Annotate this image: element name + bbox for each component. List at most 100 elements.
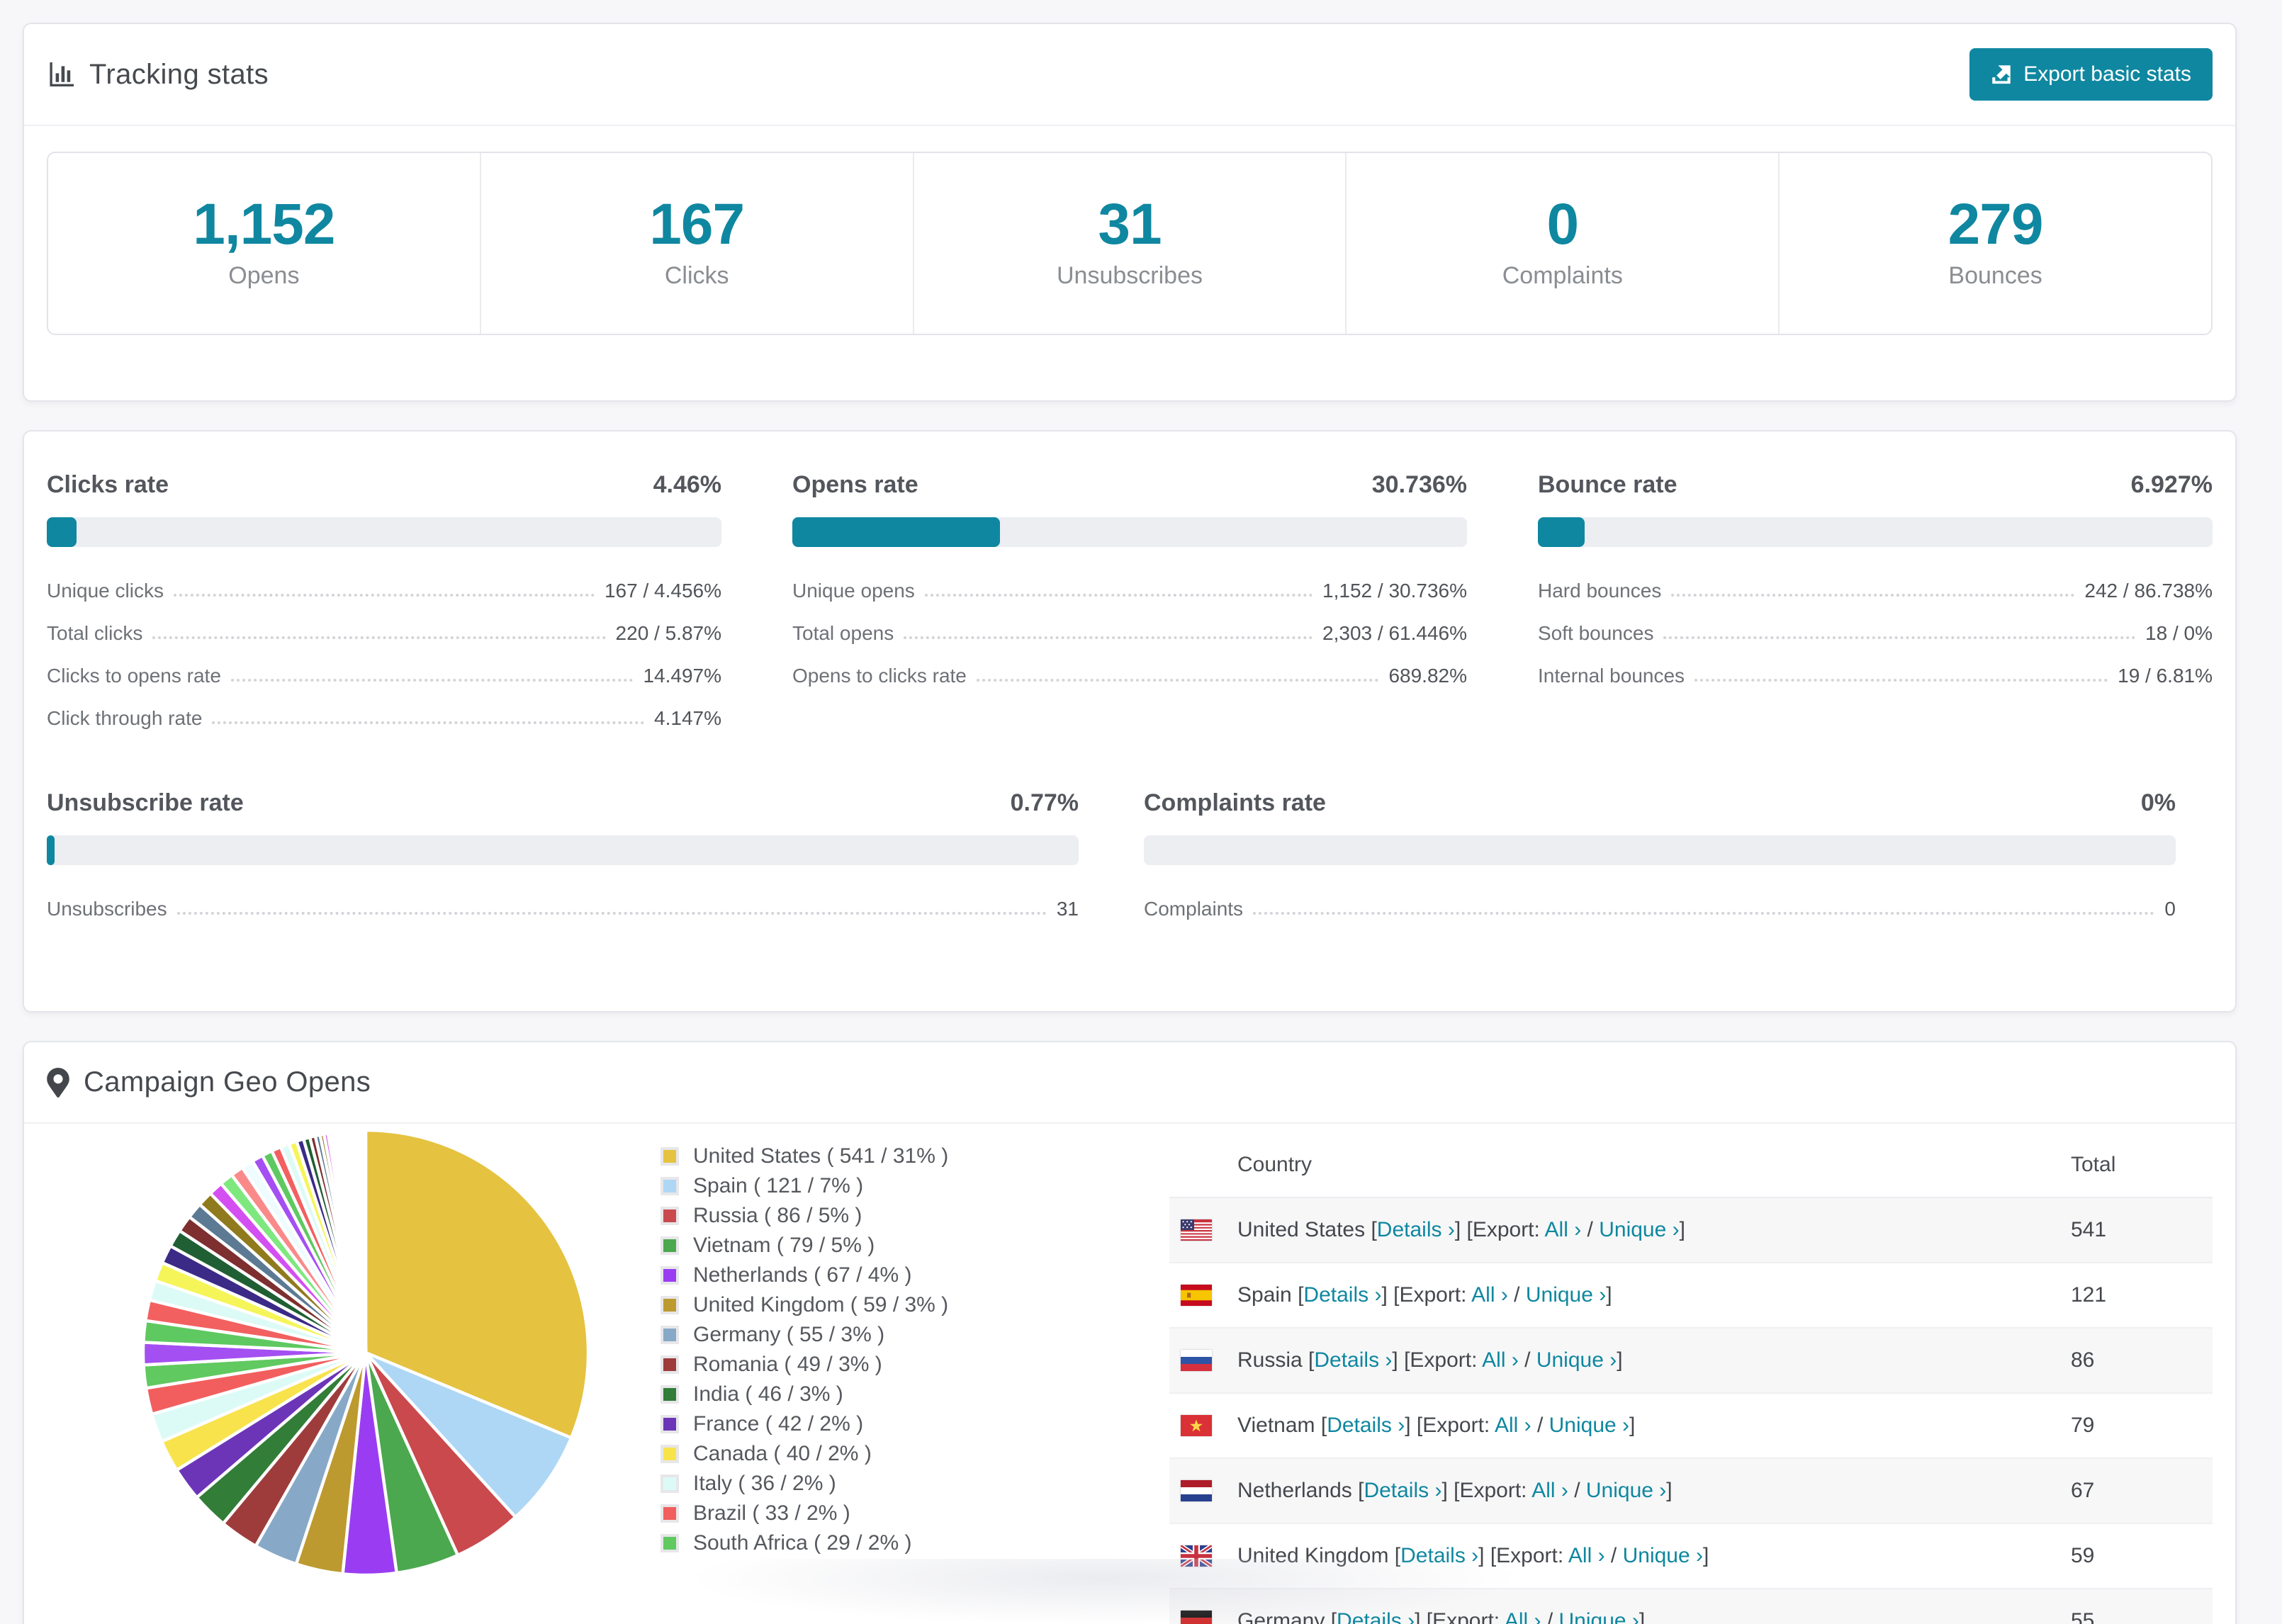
rate-row-value: 14.497% [643, 665, 721, 687]
column-header-total: Total [2071, 1153, 2116, 1176]
legend-item: Italy ( 36 / 2% ) [661, 1469, 948, 1499]
export-prefix-text: ] [Export: [1415, 1609, 1505, 1624]
details-link[interactable]: Details › [1337, 1609, 1415, 1624]
legend-item: Vietnam ( 79 / 5% ) [661, 1231, 948, 1261]
export-all-link[interactable]: All › [1505, 1609, 1541, 1624]
rate-row: Unique clicks 167 / 4.456% [47, 580, 721, 602]
legend-label: United Kingdom ( 59 / 3% ) [693, 1293, 949, 1316]
details-link[interactable]: Details › [1400, 1544, 1478, 1567]
rate-row-label: Unique clicks [47, 580, 164, 602]
progress-bar-fill [792, 517, 1000, 547]
country-total: 67 [2071, 1479, 2095, 1502]
geo-opens-title: Campaign Geo Opens [84, 1066, 371, 1098]
export-unique-link[interactable]: Unique › [1549, 1414, 1629, 1437]
details-link[interactable]: Details › [1314, 1348, 1392, 1372]
pie-svg [141, 1128, 590, 1577]
rate-row-label: Clicks to opens rate [47, 665, 221, 687]
rate-head: Opens rate 30.736% [792, 471, 1467, 499]
export-basic-stats-button[interactable]: Export basic stats [1969, 48, 2213, 101]
export-prefix-text: ] [Export: [1441, 1479, 1532, 1502]
country-name: Vietnam [1237, 1414, 1315, 1437]
dotted-leader [230, 679, 634, 682]
country-cell: United Kingdom [Details ›] [Export: All … [1237, 1544, 1709, 1568]
stat-value: 1,152 [193, 192, 335, 256]
rates-grid-top: Clicks rate 4.46% Unique clicks 167 / 4.… [47, 471, 2213, 730]
export-prefix-text: ] [Export: [1392, 1348, 1483, 1372]
slash-text: / [1518, 1348, 1536, 1372]
export-unique-link[interactable]: Unique › [1536, 1348, 1617, 1372]
legend-label: Romania ( 49 / 3% ) [693, 1353, 882, 1376]
dotted-leader [1694, 679, 2108, 682]
export-all-link[interactable]: All › [1545, 1218, 1582, 1241]
details-link[interactable]: Details › [1364, 1479, 1441, 1502]
stat-label: Complaints [1502, 262, 1623, 289]
rate-value: 0% [2140, 789, 2176, 816]
rate-row: Opens to clicks rate 689.82% [792, 665, 1467, 687]
export-all-link[interactable]: All › [1471, 1283, 1508, 1307]
export-unique-link[interactable]: Unique › [1559, 1609, 1639, 1624]
bracket-text: [ [1365, 1218, 1377, 1241]
country-cell: Vietnam [Details ›] [Export: All › / Uni… [1237, 1414, 1635, 1438]
export-unique-link[interactable]: Unique › [1599, 1218, 1679, 1241]
tracking-stats-card: Tracking stats Export basic stats 1,152 … [23, 23, 2237, 402]
rate-rows: Unique clicks 167 / 4.456% Total clicks … [47, 580, 721, 730]
rate-title: Clicks rate [47, 471, 169, 498]
export-all-link[interactable]: All › [1568, 1544, 1605, 1567]
progress-bar-fill [1538, 517, 1585, 547]
export-prefix-text: ] [Export: [1478, 1544, 1568, 1567]
rate-title: Complaints rate [1144, 789, 1326, 816]
rate-value: 4.46% [653, 471, 721, 498]
legend-swatch [661, 1177, 679, 1195]
rate-block: Bounce rate 6.927% Hard bounces 242 / 86… [1538, 471, 2213, 730]
export-all-link[interactable]: All › [1531, 1479, 1568, 1502]
country-name: United Kingdom [1237, 1544, 1389, 1567]
legend-swatch [661, 1207, 679, 1225]
legend-label: India ( 46 / 3% ) [693, 1382, 843, 1406]
legend-label: South Africa ( 29 / 2% ) [693, 1531, 912, 1555]
progress-bar-fill [47, 835, 55, 865]
legend-label: Italy ( 36 / 2% ) [693, 1472, 836, 1495]
legend-swatch [661, 1326, 679, 1344]
country-total: 79 [2071, 1414, 2095, 1437]
details-link[interactable]: Details › [1303, 1283, 1381, 1307]
legend-label: Vietnam ( 79 / 5% ) [693, 1234, 875, 1257]
rate-row-value: 18 / 0% [2145, 622, 2213, 644]
legend-item: Brazil ( 33 / 2% ) [661, 1499, 948, 1528]
rate-head: Unsubscribe rate 0.77% [47, 789, 1079, 817]
tracking-stats-header: Tracking stats Export basic stats [24, 24, 2235, 126]
country-total: 59 [2071, 1544, 2095, 1567]
export-all-link[interactable]: All › [1495, 1414, 1531, 1437]
details-link[interactable]: Details › [1377, 1218, 1455, 1241]
rate-row: Soft bounces 18 / 0% [1538, 622, 2213, 645]
legend-item: United States ( 541 / 31% ) [661, 1141, 948, 1171]
legend-swatch [661, 1474, 679, 1493]
rate-row-value: 242 / 86.738% [2084, 580, 2213, 602]
export-unique-link[interactable]: Unique › [1526, 1283, 1606, 1307]
rate-title: Opens rate [792, 471, 918, 498]
export-all-link[interactable]: All › [1482, 1348, 1519, 1372]
geo-table: Country Total United States [Details ›] … [1169, 1133, 2213, 1624]
stat-value: 31 [1098, 192, 1162, 256]
rate-row: Clicks to opens rate 14.497% [47, 665, 721, 687]
details-link[interactable]: Details › [1327, 1414, 1405, 1437]
rate-row: Total opens 2,303 / 61.446% [792, 622, 1467, 645]
dotted-leader [173, 594, 595, 597]
export-unique-link[interactable]: Unique › [1623, 1544, 1703, 1567]
legend-swatch [661, 1296, 679, 1314]
export-unique-link[interactable]: Unique › [1586, 1479, 1666, 1502]
rate-row-value: 31 [1056, 898, 1079, 920]
rate-rows: Unique opens 1,152 / 30.736% Total opens… [792, 580, 1467, 687]
rate-block: Opens rate 30.736% Unique opens 1,152 / … [792, 471, 1467, 730]
rate-row-value: 4.147% [654, 707, 721, 729]
country-flag-icon [1181, 1285, 1212, 1306]
geo-opens-header: Campaign Geo Opens [24, 1042, 2235, 1124]
bracket-close-text: ] [1679, 1218, 1685, 1241]
bracket-close-text: ] [1703, 1544, 1709, 1567]
stat-label: Clicks [664, 262, 729, 289]
legend-item: United Kingdom ( 59 / 3% ) [661, 1290, 948, 1320]
rate-row-value: 220 / 5.87% [615, 622, 721, 644]
export-prefix-text: ] [Export: [1381, 1283, 1472, 1307]
rate-head: Complaints rate 0% [1144, 789, 2176, 817]
rates-grid-bottom: Unsubscribe rate 0.77% Unsubscribes 31 C… [47, 789, 2213, 920]
stats-row: 1,152 Opens 167 Clicks 31 Unsubscribes 0… [47, 152, 2213, 335]
